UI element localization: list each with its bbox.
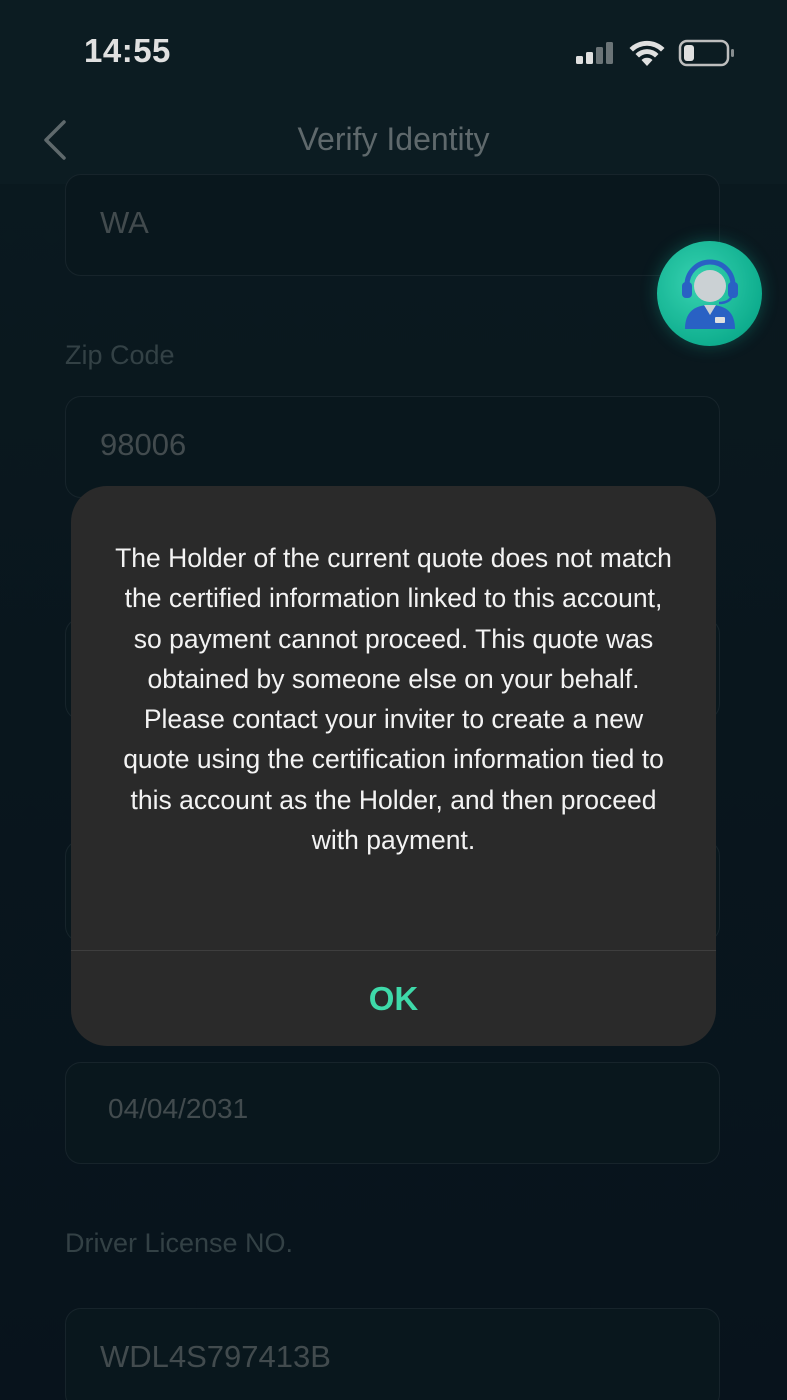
dialog-message: The Holder of the current quote does not… <box>115 543 672 856</box>
alert-dialog: The Holder of the current quote does not… <box>71 486 716 1046</box>
ok-button[interactable]: OK <box>71 951 716 1046</box>
